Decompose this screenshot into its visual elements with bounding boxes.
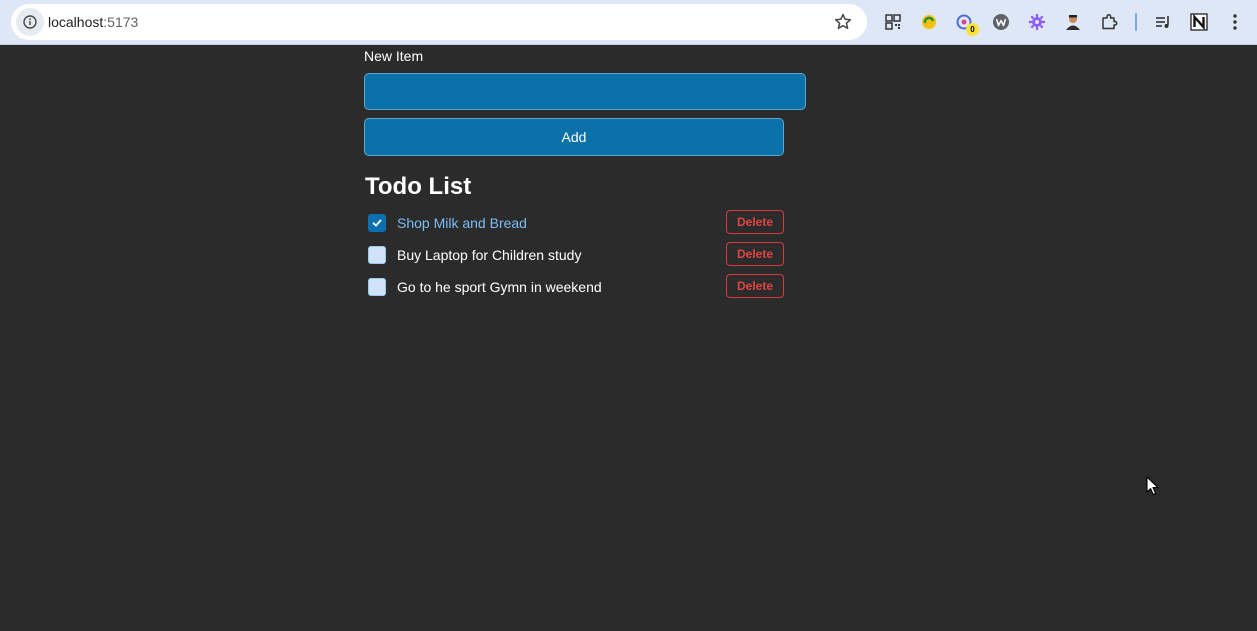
site-info-icon[interactable] [16, 8, 44, 36]
item-text: Go to he sport Gymn in weekend [397, 279, 602, 295]
item-checkbox[interactable] [368, 278, 386, 296]
list-item: Buy Laptop for Children study Delete [364, 240, 784, 272]
page-title: Todo List [365, 173, 472, 200]
add-button[interactable]: Add [364, 118, 784, 156]
item-checkbox[interactable] [368, 214, 386, 232]
list-item: Go to he sport Gymn in weekend Delete [364, 272, 784, 304]
purple-gear-extension-icon[interactable] [1027, 12, 1047, 32]
url-port: :5173 [103, 14, 139, 30]
profile-avatar-extension-icon[interactable] [1063, 12, 1083, 32]
green-yellow-extension-icon[interactable] [919, 12, 939, 32]
n-extension-icon[interactable] [1189, 12, 1209, 32]
url-text: localhost:5173 [48, 14, 138, 30]
new-item-label: New Item [364, 48, 424, 64]
extension-badge: 0 [966, 23, 979, 36]
w-extension-icon[interactable] [991, 12, 1011, 32]
delete-button[interactable]: Delete [726, 242, 784, 266]
qr-code-extension-icon[interactable] [883, 12, 903, 32]
browser-menu-icon[interactable] [1225, 12, 1245, 32]
list-item: Shop Milk and Bread Delete [364, 208, 784, 240]
toolbar-divider [1135, 13, 1137, 31]
item-text: Shop Milk and Bread [397, 215, 527, 231]
mouse-cursor-icon [1146, 476, 1160, 496]
colorful-extension-icon[interactable]: 0 [954, 12, 979, 36]
new-item-input[interactable] [364, 73, 806, 110]
delete-button[interactable]: Delete [726, 274, 784, 298]
todo-list: Shop Milk and Bread Delete Buy Laptop fo… [364, 208, 784, 304]
media-controls-icon[interactable] [1153, 12, 1173, 32]
item-text: Buy Laptop for Children study [397, 247, 582, 263]
url-host: localhost [48, 14, 104, 30]
address-bar[interactable]: localhost:5173 [11, 4, 867, 40]
checkmark-icon [372, 219, 382, 227]
item-checkbox[interactable] [368, 246, 386, 264]
browser-toolbar: localhost:5173 0 [0, 0, 1257, 45]
extensions-puzzle-icon[interactable] [1099, 12, 1119, 32]
bookmark-star-icon[interactable] [833, 12, 853, 32]
delete-button[interactable]: Delete [726, 210, 784, 234]
